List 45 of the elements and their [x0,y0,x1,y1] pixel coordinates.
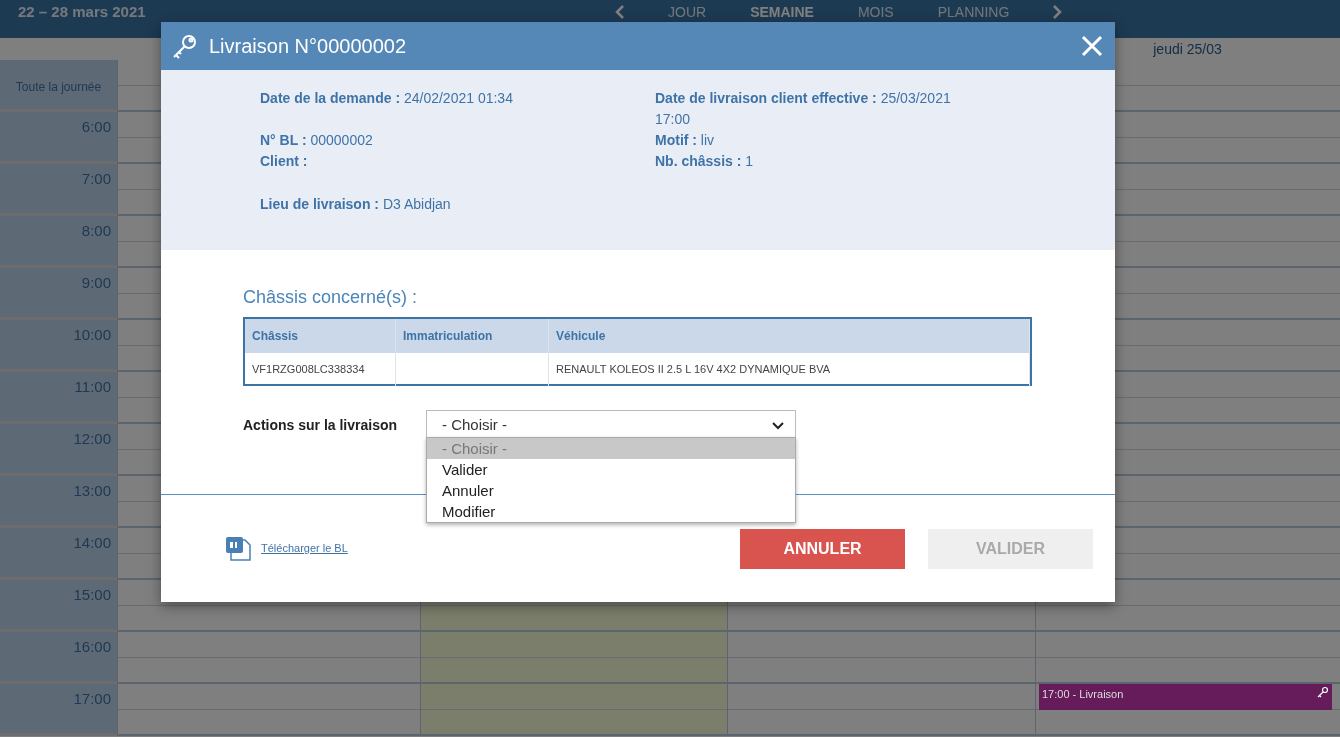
table-cell: RENAULT KOLEOS II 2.5 L 16V 4X2 DYNAMIQUE BVA [556,363,831,375]
hour-label: 17:00 [0,684,117,736]
view-tab[interactable]: SEMAINE [728,3,836,20]
calendar-event[interactable]: 17:00 - Livraison [1039,684,1332,710]
next-icon[interactable] [1051,4,1064,19]
dropdown-option[interactable]: Valider [427,459,795,480]
detail-field: Date de la demande : 24/02/2021 01:34 [260,88,655,130]
table-cell: VF1RZG008LC338334 [252,363,365,375]
close-icon[interactable] [1081,35,1103,57]
hour-label: 15:00 [0,580,117,632]
hour-label: 14:00 [0,528,117,580]
hour-label: 11:00 [0,372,117,424]
download-link[interactable]: Télécharger le BL [261,540,348,557]
field-label: Actions sur la livraison [243,416,399,435]
section-title: Châssis concerné(s) : [243,286,419,309]
hour-label: 10:00 [0,320,117,372]
previous-icon[interactable] [614,4,626,19]
calendar-slot[interactable]: 17:00 - Livraison [1035,684,1340,736]
detail-field: N° BL : 00000002 [260,130,655,151]
day-header: jeudi 25/03 [1153,40,1222,59]
hour-label: 7:00 [0,164,117,216]
hour-label: 9:00 [0,268,117,320]
document-icon [225,535,253,562]
detail-field: Lieu de livraison : D3 Abidjan [260,194,655,215]
column-header: Véhicule [549,319,1030,353]
all-day-label: Toute la journée [0,60,117,112]
event-label: 17:00 - Livraison [1042,687,1124,702]
detail-field: Client : [260,151,655,172]
key-icon [171,32,199,60]
detail-field: Motif : liv [655,130,955,151]
dropdown-option[interactable]: Modifier [427,501,795,522]
column-header: Immatriculation [396,319,549,353]
dropdown-option[interactable]: Annuler [427,480,795,501]
hour-label: 8:00 [0,216,117,268]
hour-label: 12:00 [0,424,117,476]
chevron-down-icon [771,420,785,431]
hour-label: 16:00 [0,632,117,684]
detail-field: Nb. châssis : 1 [655,151,955,172]
modal-title: Livraison N°00000002 [209,34,408,59]
date-range: 22 – 28 mars 2021 [18,3,147,20]
hour-label: 13:00 [0,476,117,528]
hour-label: 6:00 [0,112,117,164]
cancel-button[interactable]: ANNULER [740,528,905,569]
column-header: Châssis [245,319,396,353]
key-icon [1317,686,1329,698]
